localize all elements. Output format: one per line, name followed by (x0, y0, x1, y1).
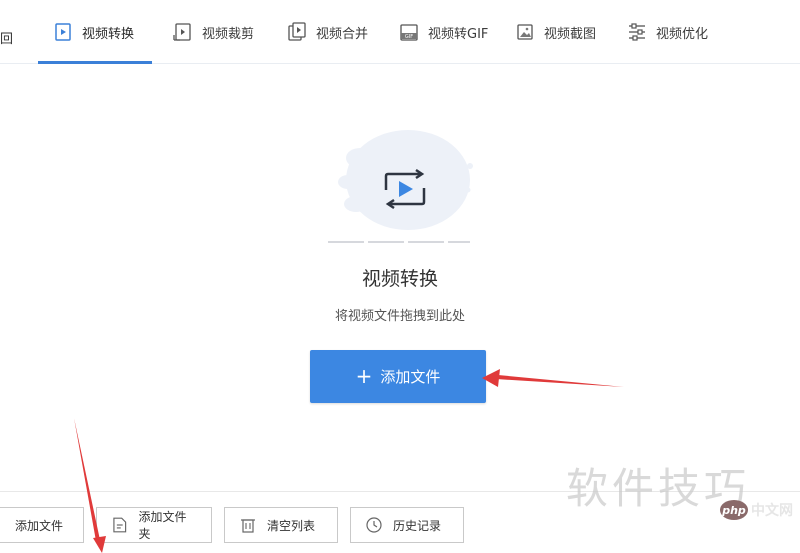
tab-video-convert[interactable]: 视频转换 (38, 0, 148, 64)
video-screenshot-icon (517, 24, 533, 40)
tab-video-cut[interactable]: 视频裁剪 (158, 0, 268, 64)
tab-label: 视频转换 (82, 26, 135, 42)
add-file-tool-label: 添加文件 (15, 518, 64, 533)
tab-video-optimize[interactable]: 视频优化 (612, 0, 722, 64)
active-tab-indicator (38, 61, 152, 64)
video-optimize-icon (629, 23, 645, 41)
add-folder-label: 添加文件夹 (138, 510, 187, 541)
tab-label: 视频优化 (656, 26, 709, 42)
plus-icon: + (355, 363, 373, 388)
video-cut-icon (173, 23, 191, 41)
watermark-badge: php 中文网 (720, 500, 793, 520)
video-convert-illustration (328, 130, 473, 243)
arrow-to-add-button (482, 369, 624, 387)
video-gif-icon: GIF (400, 24, 418, 41)
tab-label: 视频合并 (316, 26, 369, 42)
tab-label: 视频转GIF (428, 26, 489, 42)
php-logo: php (720, 500, 748, 520)
video-convert-icon (55, 23, 71, 41)
history-label: 历史记录 (393, 518, 442, 533)
tab-video-gif[interactable]: GIF 视频转GIF (384, 0, 502, 64)
svg-text:GIF: GIF (405, 34, 413, 40)
page-title: 视频转换 (361, 268, 438, 290)
add-file-button[interactable]: + 添加文件 (310, 350, 486, 403)
top-tab-bar: 回 视频转换 视频裁剪 视频合并 GIF 视频转GIF 视频截图 视频优化 (0, 0, 800, 64)
drop-hint: 将视频文件拖拽到此处 (334, 309, 465, 324)
tab-label: 视频截图 (544, 26, 597, 42)
history-button[interactable]: 历史记录 (350, 507, 464, 543)
clear-list-button[interactable]: 清空列表 (224, 507, 338, 543)
tab-label: 视频裁剪 (202, 26, 255, 42)
add-folder-button[interactable]: 添加文件夹 (96, 507, 212, 543)
watermark-badge-text: 中文网 (751, 503, 793, 519)
tab-video-screenshot[interactable]: 视频截图 (500, 0, 610, 64)
clock-icon (366, 517, 382, 533)
clear-list-label: 清空列表 (267, 518, 316, 533)
trash-icon (241, 519, 255, 533)
add-file-tool-button[interactable]: 添加文件 (0, 507, 84, 543)
tab-video-merge[interactable]: 视频合并 (272, 0, 382, 64)
add-folder-icon (113, 517, 127, 533)
add-file-button-label: 添加文件 (380, 368, 441, 386)
back-label[interactable]: 回 (0, 28, 13, 47)
video-merge-icon (288, 22, 306, 41)
